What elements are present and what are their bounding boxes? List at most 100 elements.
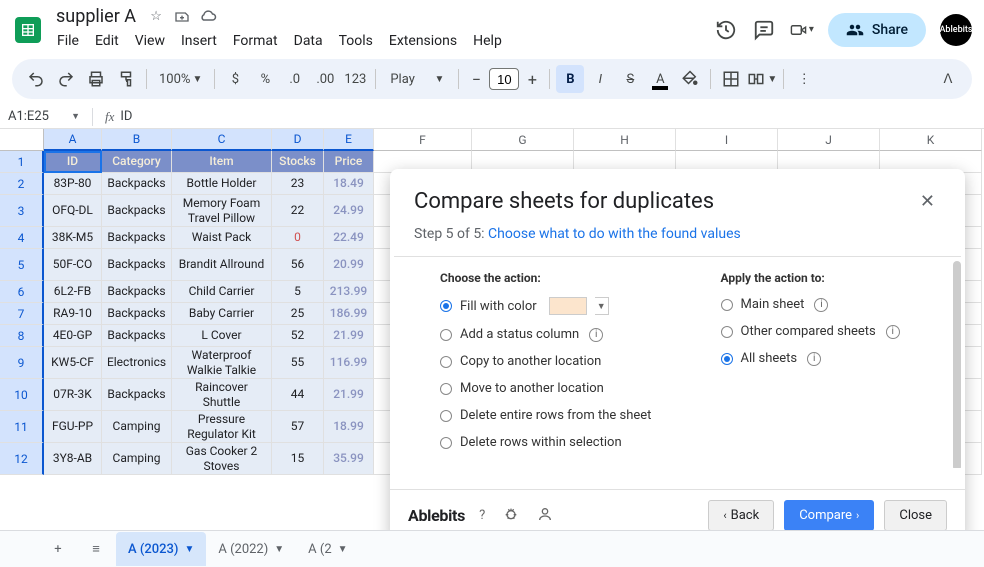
row-header-5[interactable]: 5 (0, 249, 44, 281)
radio-icon[interactable] (440, 383, 452, 395)
row-header-8[interactable]: 8 (0, 325, 44, 347)
cell-B6[interactable]: Backpacks (102, 281, 172, 303)
menu-help[interactable]: Help (466, 29, 509, 53)
zoom-select[interactable]: 100%▼ (153, 65, 208, 93)
menu-extensions[interactable]: Extensions (382, 29, 464, 53)
col-header-J[interactable]: J (778, 129, 880, 151)
cell-E6[interactable]: 213.99 (324, 281, 374, 303)
cell-B4[interactable]: Backpacks (102, 227, 172, 249)
cell-C10[interactable]: Raincover Shuttle (172, 379, 272, 411)
radio-icon[interactable] (721, 299, 733, 311)
fill-color-button[interactable] (676, 65, 704, 93)
cell-E5[interactable]: 20.99 (324, 249, 374, 281)
cell-A10[interactable]: 07R-3K (44, 379, 102, 411)
cell-C3[interactable]: Memory Foam Travel Pillow (172, 195, 272, 227)
col-header-K[interactable]: K (880, 129, 982, 151)
target-option-1[interactable]: Other compared sheetsi (721, 324, 942, 339)
row-header-2[interactable]: 2 (0, 173, 44, 195)
cell-C8[interactable]: L Cover (172, 325, 272, 347)
redo-button[interactable] (52, 65, 80, 93)
paint-format-button[interactable] (112, 65, 140, 93)
font-select[interactable]: Play▼ (382, 65, 452, 93)
add-sheet-button[interactable]: + (40, 534, 76, 564)
document-title[interactable]: supplier A (52, 6, 140, 27)
cell-A6[interactable]: 6L2-FB (44, 281, 102, 303)
row-header-11[interactable]: 11 (0, 411, 44, 443)
action-option-3[interactable]: Move to another location (440, 381, 661, 396)
radio-icon[interactable] (721, 353, 733, 365)
col-header-G[interactable]: G (472, 129, 574, 151)
text-color-button[interactable]: A (646, 65, 674, 93)
color-dropdown[interactable]: ▼ (595, 297, 609, 315)
cell-D11[interactable]: 57 (272, 411, 324, 443)
col-header-E[interactable]: E (324, 129, 374, 151)
menu-insert[interactable]: Insert (174, 29, 224, 53)
cell-C12[interactable]: Gas Cooker 2 Stoves (172, 443, 272, 475)
radio-icon[interactable] (440, 437, 452, 449)
target-option-0[interactable]: Main sheeti (721, 297, 942, 312)
cell-A3[interactable]: OFQ-DL (44, 195, 102, 227)
action-option-4[interactable]: Delete entire rows from the sheet (440, 408, 661, 423)
dialog-scrollbar[interactable] (953, 261, 961, 468)
cell-E10[interactable]: 21.99 (324, 379, 374, 411)
bug-icon[interactable] (499, 502, 523, 530)
cell-E3[interactable]: 24.99 (324, 195, 374, 227)
action-option-2[interactable]: Copy to another location (440, 354, 661, 369)
cell-C7[interactable]: Baby Carrier (172, 303, 272, 325)
cloud-status-icon[interactable] (198, 7, 218, 27)
cell-B7[interactable]: Backpacks (102, 303, 172, 325)
cell-D3[interactable]: 22 (272, 195, 324, 227)
account-avatar[interactable]: Ablebits (940, 14, 972, 46)
font-size-increase[interactable]: + (521, 67, 543, 91)
help-tooltip-icon[interactable]: i (886, 325, 900, 339)
cell-A12[interactable]: 3Y8-AB (44, 443, 102, 475)
collapse-toolbar-button[interactable]: ᐱ (934, 65, 962, 93)
cell-C6[interactable]: Child Carrier (172, 281, 272, 303)
history-icon[interactable] (714, 18, 738, 42)
menu-format[interactable]: Format (226, 29, 285, 53)
close-button[interactable]: Close (884, 500, 947, 531)
col-header-I[interactable]: I (676, 129, 778, 151)
dialog-close-button[interactable]: ✕ (914, 189, 941, 214)
cell-C9[interactable]: Waterproof Walkie Talkie (172, 347, 272, 379)
row-header-7[interactable]: 7 (0, 303, 44, 325)
person-icon[interactable] (533, 502, 557, 530)
cell-B3[interactable]: Backpacks (102, 195, 172, 227)
cell-B12[interactable]: Camping (102, 443, 172, 475)
row-header-10[interactable]: 10 (0, 379, 44, 411)
action-option-1[interactable]: Add a status columni (440, 327, 661, 342)
star-icon[interactable]: ☆ (146, 7, 166, 27)
row-header-4[interactable]: 4 (0, 227, 44, 249)
move-icon[interactable] (172, 7, 192, 27)
col-header-A[interactable]: A (44, 129, 102, 151)
name-box[interactable]: A1:E25 ▼ (8, 109, 86, 124)
sheet-tab-1[interactable]: A (2022)▼ (206, 532, 296, 566)
cell-A4[interactable]: 38K-M5 (44, 227, 102, 249)
row-header-3[interactable]: 3 (0, 195, 44, 227)
chevron-down-icon[interactable]: ▼ (274, 544, 284, 555)
cell-D1[interactable]: Stocks (272, 151, 324, 173)
col-header-B[interactable]: B (102, 129, 172, 151)
row-header-12[interactable]: 12 (0, 443, 44, 475)
more-toolbar-button[interactable]: ⋮ (790, 65, 818, 93)
cell-C1[interactable]: Item (172, 151, 272, 173)
bold-button[interactable]: B (556, 65, 584, 93)
cell-D4[interactable]: 0 (272, 227, 324, 249)
font-size-input[interactable] (489, 68, 519, 90)
row-header-1[interactable]: 1 (0, 151, 44, 173)
help-tooltip-icon[interactable]: i (814, 298, 828, 312)
cell-D7[interactable]: 25 (272, 303, 324, 325)
cell-E12[interactable]: 35.99 (324, 443, 374, 475)
increase-decimal-button[interactable]: .00 (311, 65, 339, 93)
sheet-tab-2[interactable]: A (2▼ (296, 532, 359, 566)
cell-A7[interactable]: RA9-10 (44, 303, 102, 325)
cell-E4[interactable]: 22.49 (324, 227, 374, 249)
menu-view[interactable]: View (128, 29, 172, 53)
col-header-D[interactable]: D (272, 129, 324, 151)
help-icon[interactable]: ? (475, 504, 489, 527)
step-description-link[interactable]: Choose what to do with the found values (488, 226, 741, 242)
menu-tools[interactable]: Tools (332, 29, 380, 53)
radio-icon[interactable] (440, 356, 452, 368)
row-header-9[interactable]: 9 (0, 347, 44, 379)
cell-E1[interactable]: Price (324, 151, 374, 173)
